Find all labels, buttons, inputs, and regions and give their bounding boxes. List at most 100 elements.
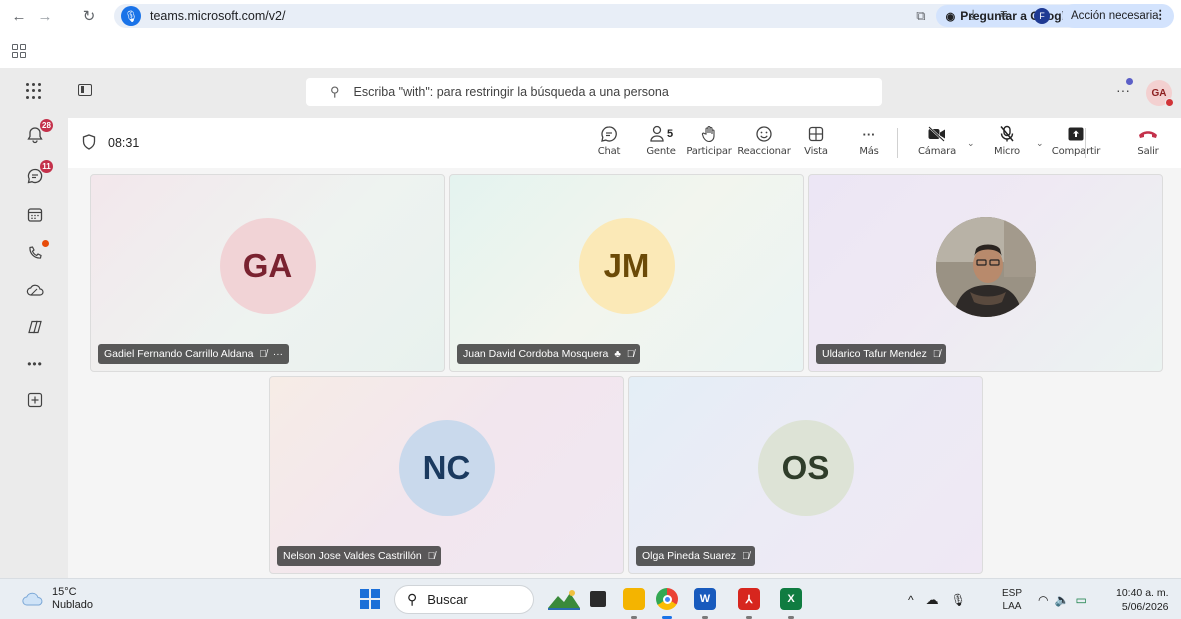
system-clock[interactable]: 10:40 a. m. 5/06/2026 [1116, 586, 1169, 614]
chat-button[interactable]: Chat [594, 122, 624, 166]
battery-icon: ▭ [1075, 592, 1087, 607]
participant-more-icon[interactable]: ··· [273, 349, 283, 360]
participant-name-chip: Olga Pineda Suarez 🎙̸ [636, 546, 756, 566]
calls-phone-icon[interactable] [24, 240, 49, 264]
system-tray: ^ ☁ 🎙 [908, 579, 966, 619]
microphone-tray-icon[interactable]: 🎙 [951, 593, 966, 607]
search-icon: ⚲ [407, 591, 418, 607]
shield-icon [82, 134, 96, 150]
participant-initials: OS [781, 449, 830, 486]
network-volume-battery[interactable]: ◠ 🔈 ▭ [1038, 579, 1087, 619]
file-explorer-icon[interactable] [623, 588, 645, 610]
volume-icon: 🔈 [1054, 592, 1070, 607]
kebab-menu-icon[interactable]: ⋮ [1155, 7, 1167, 21]
view-button[interactable]: Vista [803, 122, 829, 166]
action-needed-button[interactable]: Acción necesaria ⋮ [1062, 4, 1174, 28]
raise-hand-button[interactable]: Participar [686, 122, 732, 166]
acrobat-icon[interactable]: ⅄ [738, 588, 760, 610]
share-screen-icon [1067, 122, 1085, 146]
windows-taskbar: 15°C Nublado ⚲ Buscar W ⅄ X ^ ☁ 🎙 ESP LA… [0, 578, 1181, 619]
download-icon[interactable]: ⤓ [970, 6, 976, 23]
apps-grid-icon[interactable] [12, 44, 26, 58]
more-label: Más [859, 146, 879, 157]
participant-initials: GA [242, 247, 293, 284]
camera-button[interactable]: Cámara [916, 122, 958, 166]
cast-icon[interactable]: ⧉ [916, 8, 925, 24]
react-label: Reaccionar [737, 146, 791, 157]
search-input[interactable]: ⚲ Escriba "with": para restringir la bús… [306, 78, 882, 106]
participant-tile[interactable]: OS Olga Pineda Suarez 🎙̸ [628, 376, 983, 574]
camera-off-icon [927, 122, 947, 146]
reading-list-icon[interactable]: ≡ [1000, 6, 1008, 21]
participant-tile[interactable]: Uldarico Tafur Mendez 🎙̸ [808, 174, 1163, 372]
cloud-icon [22, 592, 43, 606]
onedrive-tray-icon[interactable]: ☁ [926, 592, 939, 608]
people-button[interactable]: 5 Gente [643, 122, 679, 166]
muted-mic-icon: 🎙̸ [626, 348, 635, 360]
taskbar-search[interactable]: ⚲ Buscar [394, 585, 534, 614]
mic-button[interactable]: Micro [990, 122, 1024, 166]
settings-more-icon[interactable]: ··· [1116, 78, 1133, 98]
participant-video-photo [935, 217, 1036, 317]
participant-tile[interactable]: NC Nelson Jose Valdes Castrillón 🎙̸ [269, 376, 624, 574]
share-button[interactable]: Compartir [1052, 122, 1100, 166]
activity-bell-icon[interactable]: 28 [24, 118, 54, 146]
chat-badge: 11 [39, 159, 54, 174]
onedrive-cloud-icon[interactable] [24, 279, 46, 301]
start-windows-icon[interactable] [360, 589, 380, 609]
widget-landscape-icon[interactable] [548, 588, 580, 610]
more-apps-icon[interactable]: ••• [24, 353, 46, 375]
participant-name-chip: Uldarico Tafur Mendez 🎙̸ [816, 344, 947, 364]
participant-tile[interactable]: JM Juan David Cordoba Mosquera ♣ 🎙̸ [449, 174, 804, 372]
calendar-icon[interactable] [24, 204, 46, 226]
weather-widget[interactable]: 15°C Nublado [22, 586, 93, 612]
language-top: ESP [1002, 588, 1023, 599]
camera-label: Cámara [917, 146, 957, 157]
participant-name: Nelson Jose Valdes Castrillón [283, 550, 422, 562]
reload-icon[interactable]: ↻ [78, 5, 100, 27]
word-icon[interactable]: W [694, 588, 716, 610]
ask-google-label: Preguntar a Google [960, 9, 1072, 23]
meeting-controls-bar: 08:31 Chat 5 Gente Participar Reaccionar… [68, 118, 1181, 168]
mic-off-icon [999, 122, 1015, 146]
leave-button[interactable]: Salir [1133, 122, 1163, 166]
participant-tile[interactable]: GA Gadiel Fernando Carrillo Aldana 🎙̸ ··… [90, 174, 445, 372]
language-indicator[interactable]: ESP LAA [1002, 587, 1022, 613]
microphone-icon[interactable]: 🎙 [121, 6, 141, 26]
address-bar[interactable]: 🎙 teams.microsoft.com/v2/ ⧉ ◉ Preguntar … [114, 4, 1115, 28]
meeting-timer: 08:31 [108, 136, 140, 150]
activity-badge: 28 [39, 118, 54, 133]
chevron-up-icon[interactable]: ^ [908, 593, 914, 607]
chat-icon[interactable]: 11 [24, 159, 54, 187]
ask-google-button[interactable]: ◉ Preguntar a Google [935, 5, 1082, 27]
copilot-icon[interactable] [24, 316, 46, 338]
google-lens-icon: ◉ [945, 10, 956, 23]
mic-options-chevron-icon[interactable]: ⌄ [1036, 138, 1044, 149]
organizer-icon: ♣ [614, 348, 621, 360]
search-icon: ⚲ [330, 84, 340, 99]
browser-toolbar: ← → ↻ 🎙 teams.microsoft.com/v2/ ⧉ ◉ Preg… [0, 0, 1181, 32]
chrome-icon[interactable] [656, 588, 678, 610]
teams-header: ⚲ Escriba "with": para restringir la bús… [0, 68, 1181, 118]
forward-arrow-icon[interactable]: → [34, 5, 56, 27]
participant-initials: JM [603, 247, 650, 284]
chat-bubble-icon [600, 122, 618, 146]
task-view-icon[interactable] [590, 591, 606, 607]
add-apps-icon[interactable] [24, 389, 46, 411]
camera-options-chevron-icon[interactable]: ⌄ [967, 138, 975, 149]
profile-avatar[interactable]: F [1034, 8, 1050, 24]
url-text[interactable]: teams.microsoft.com/v2/ [150, 9, 285, 23]
user-avatar[interactable]: GA [1146, 80, 1174, 107]
sidebar-toggle-icon[interactable] [78, 84, 92, 96]
participant-name: Juan David Cordoba Mosquera [463, 348, 609, 360]
app-launcher-icon[interactable] [26, 83, 42, 99]
mic-label: Micro [994, 146, 1020, 157]
react-button[interactable]: Reaccionar [737, 122, 791, 166]
excel-icon[interactable]: X [780, 588, 802, 610]
back-arrow-icon[interactable]: ← [8, 5, 30, 27]
more-actions-button[interactable]: ··· Más [857, 122, 881, 166]
bookmarks-bar [0, 32, 1181, 68]
muted-mic-icon: 🎙̸ [932, 348, 941, 360]
muted-mic-icon: 🎙̸ [741, 550, 750, 562]
smiley-icon [755, 122, 773, 146]
